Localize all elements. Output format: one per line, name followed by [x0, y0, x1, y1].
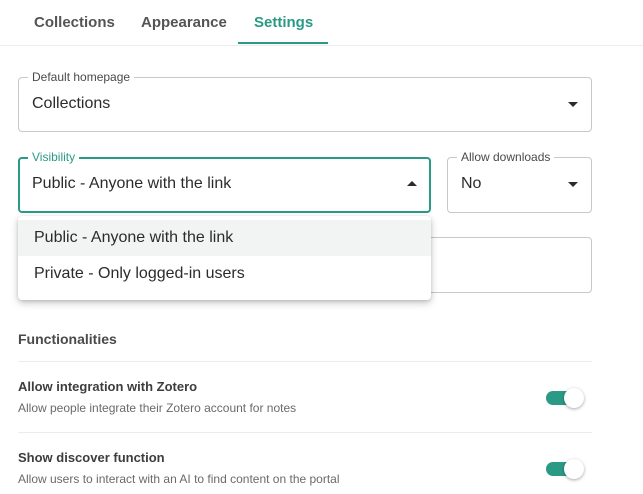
discover-toggle[interactable]: [546, 458, 584, 480]
default-homepage-select[interactable]: Default homepage Collections: [18, 70, 592, 132]
tab-settings[interactable]: Settings: [254, 14, 313, 31]
visibility-option-public[interactable]: Public - Anyone with the link: [18, 220, 431, 256]
discover-setting-description: Allow users to interact with an AI to fi…: [18, 472, 340, 486]
allow-downloads-select[interactable]: Allow downloads No: [447, 150, 592, 213]
settings-tabs: Collections Appearance Settings: [0, 0, 643, 46]
caret-up-icon: [407, 181, 417, 186]
tab-collections[interactable]: Collections: [34, 14, 115, 31]
functionalities-title: Functionalities: [18, 331, 117, 347]
caret-down-icon: [568, 102, 578, 107]
discover-setting-title: Show discover function: [18, 450, 165, 465]
visibility-select[interactable]: Visibility Public - Anyone with the link: [18, 150, 431, 213]
tab-appearance[interactable]: Appearance: [141, 14, 227, 31]
toggle-thumb: [564, 459, 584, 479]
active-tab-indicator: [238, 42, 328, 44]
visibility-label: Visibility: [28, 150, 80, 164]
caret-down-icon: [568, 182, 578, 187]
zotero-setting-description: Allow people integrate their Zotero acco…: [18, 401, 297, 415]
divider: [18, 432, 592, 433]
default-homepage-value: Collections: [32, 95, 111, 112]
visibility-value: Public - Anyone with the link: [32, 175, 232, 192]
default-homepage-label: Default homepage: [28, 70, 135, 84]
visibility-menu: Public - Anyone with the link Private - …: [18, 216, 431, 300]
divider: [18, 361, 592, 362]
toggle-thumb: [564, 388, 584, 408]
allow-downloads-value: No: [461, 175, 482, 192]
visibility-option-private[interactable]: Private - Only logged-in users: [18, 256, 431, 292]
zotero-setting-title: Allow integration with Zotero: [18, 379, 198, 394]
zotero-toggle[interactable]: [546, 387, 584, 409]
allow-downloads-label: Allow downloads: [457, 150, 555, 164]
